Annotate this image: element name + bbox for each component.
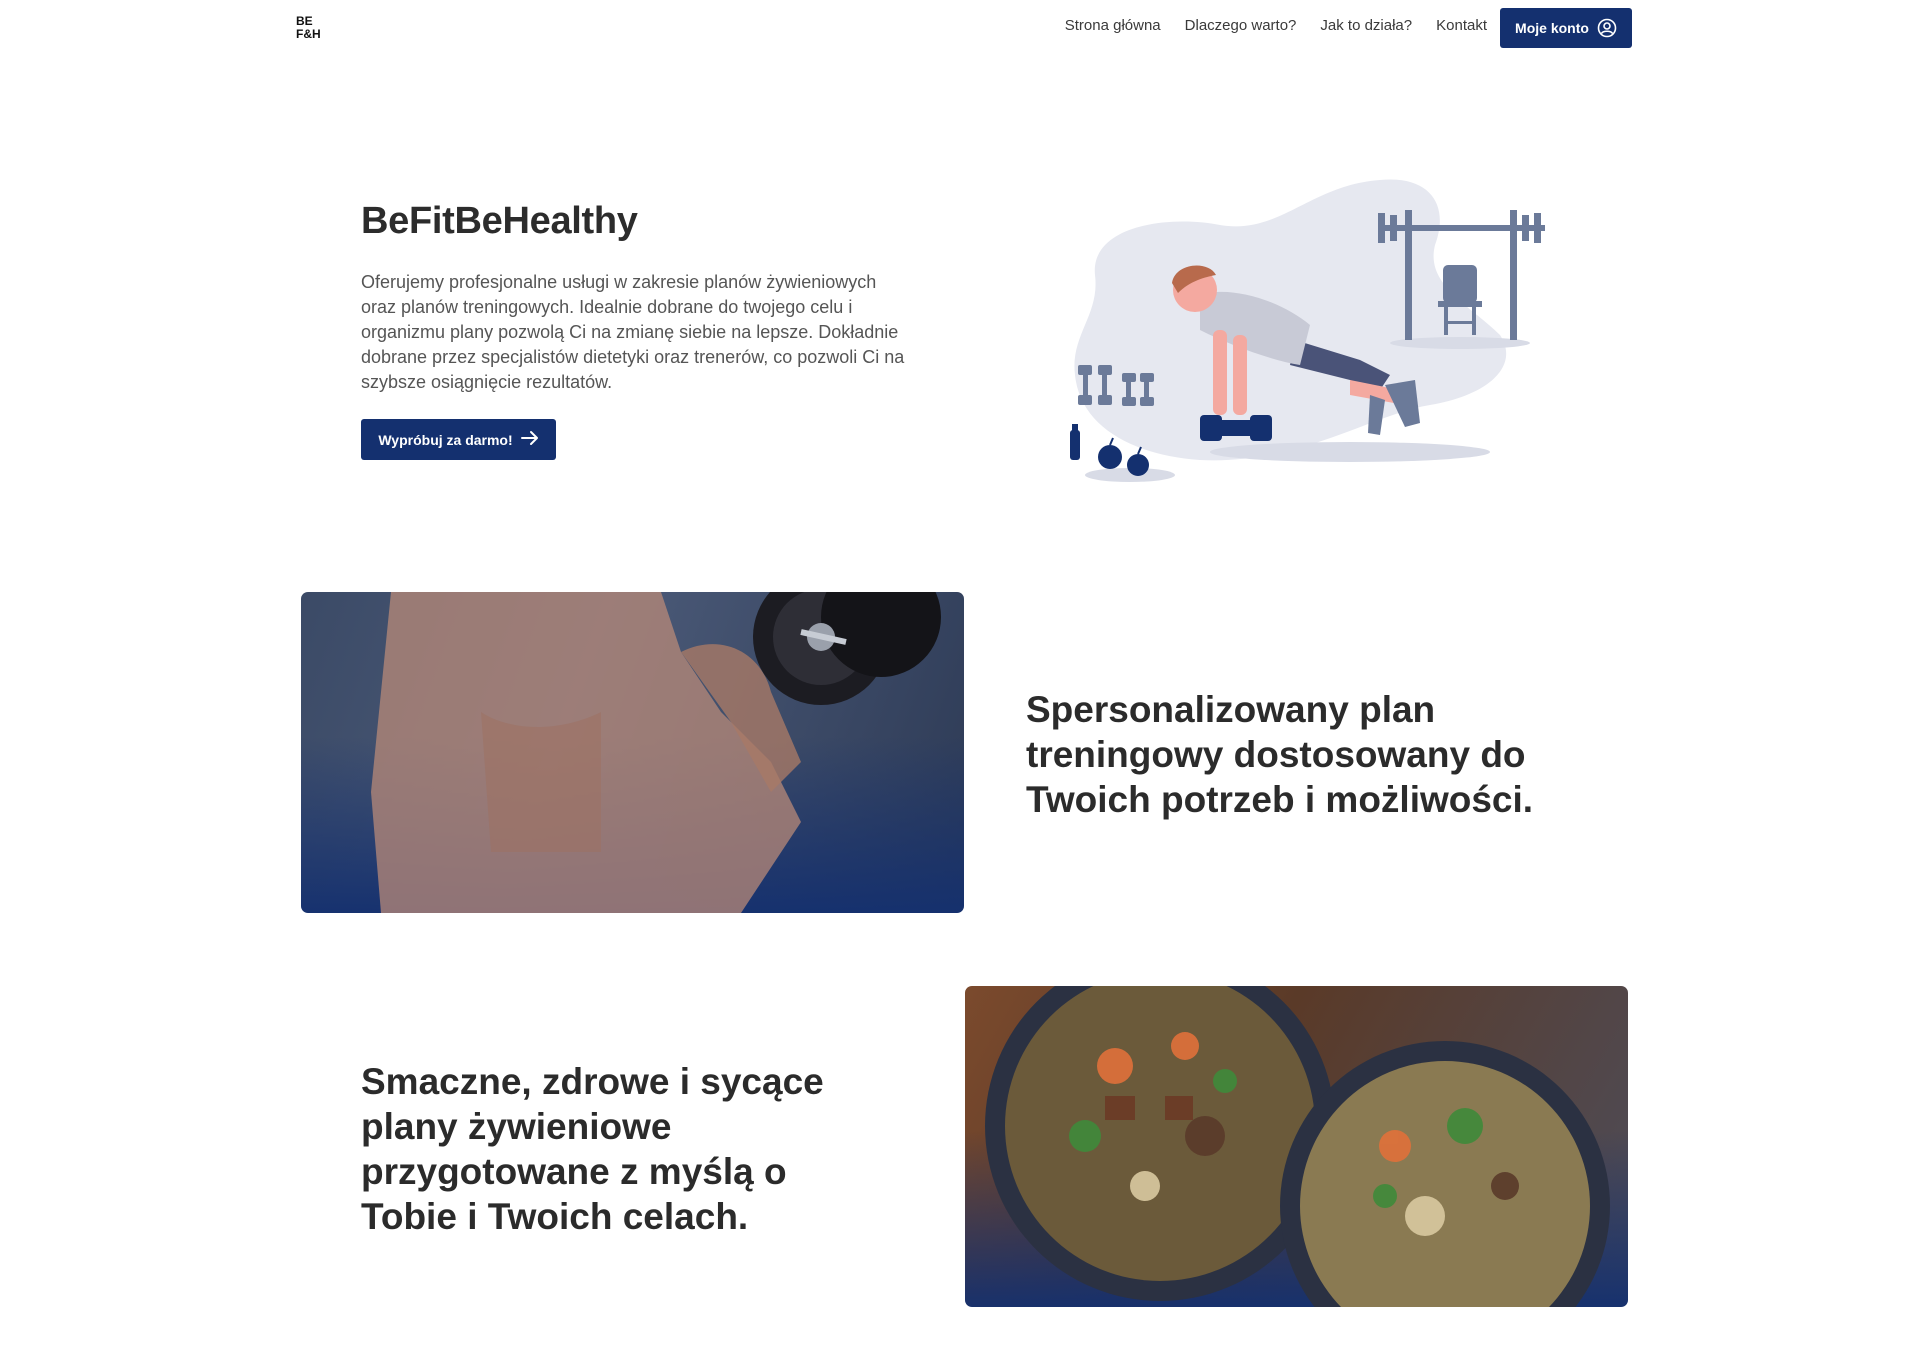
logo[interactable]: BE F&H — [296, 15, 321, 41]
hero-title: BeFitBeHealthy — [361, 200, 638, 242]
arrow-right-icon — [520, 430, 539, 449]
nav-link-contact[interactable]: Kontakt — [1436, 17, 1487, 34]
hero-description: Oferujemy profesjonalne usługi w zakresi… — [361, 272, 905, 392]
nutrition-photo — [965, 986, 1628, 1307]
nutrition-heading: Smaczne, zdrowe i sycące plany żywieniow… — [361, 1061, 824, 1237]
training-photo — [301, 592, 964, 913]
user-circle-icon — [1597, 18, 1617, 38]
nav-link-how[interactable]: Jak to działa? — [1320, 17, 1412, 34]
account-button-label: Moje konto — [1515, 20, 1589, 36]
logo-line-2: F&H — [296, 27, 321, 41]
nav-links: Strona główna Dlaczego warto? Jak to dzi… — [1065, 17, 1487, 34]
nav-link-home[interactable]: Strona główna — [1065, 17, 1161, 34]
try-free-button-label: Wypróbuj za darmo! — [378, 431, 513, 448]
workout-illustration — [1050, 165, 1550, 495]
nav-link-why[interactable]: Dlaczego warto? — [1185, 17, 1297, 34]
navbar: BE F&H Strona główna Dlaczego warto? Jak… — [0, 0, 1920, 56]
try-free-button[interactable]: Wypróbuj za darmo! — [361, 419, 556, 460]
training-heading: Spersonalizowany plan treningowy dostoso… — [1026, 689, 1534, 820]
account-button[interactable]: Moje konto — [1500, 8, 1632, 48]
